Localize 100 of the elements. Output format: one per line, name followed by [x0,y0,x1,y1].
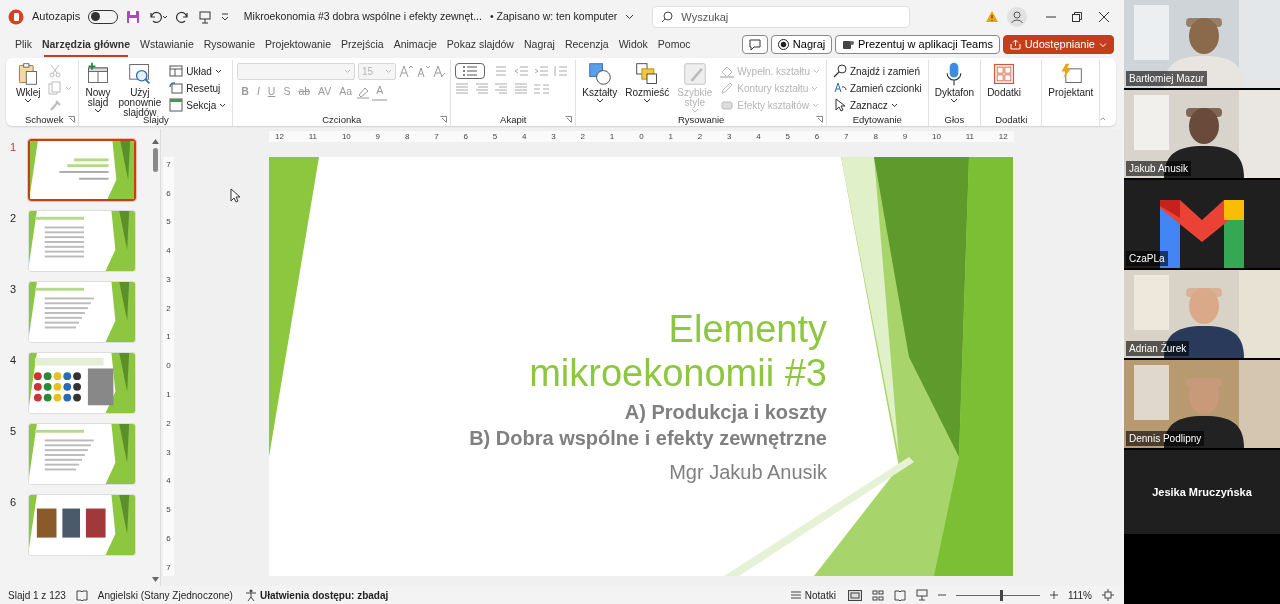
slide-sorter-icon[interactable] [871,589,884,601]
comments-button[interactable] [742,35,769,54]
ribbon-button[interactable]: Kształty [580,60,620,106]
dialog-launcher-icon[interactable] [815,116,823,123]
scroll-up-icon[interactable] [151,138,159,144]
slide-thumbnail[interactable] [28,138,136,201]
ribbon-button[interactable]: Zaznacz [830,96,924,114]
caret-icon[interactable] [625,12,635,21]
effects-icon [720,98,735,113]
share-button[interactable]: Udostępnianie [1002,35,1114,54]
comment-icon [749,38,762,51]
participant-name: CzaPLa [1126,251,1168,266]
normal-view-icon[interactable] [847,589,862,601]
scissors-icon [48,64,63,79]
spellcheck-icon[interactable] [75,589,88,601]
app-logo-icon[interactable] [8,8,24,25]
caret-icon [890,102,898,108]
clear-format-icon[interactable] [432,64,447,79]
ribbon-button[interactable]: Sekcja [167,96,229,114]
slide-title: Elementy mikroekonomii #3 [529,306,827,395]
presentation-icon[interactable] [198,9,213,24]
zoom-percentage[interactable]: 111% [1067,587,1092,603]
ribbon-tab[interactable]: Wstawianie [135,34,199,55]
save-icon[interactable] [126,9,141,24]
participant-name: Bartłomiej Mazur [1126,71,1208,86]
copy-icon [48,81,63,96]
ribbon-button[interactable]: Dodatki [985,60,1024,100]
ribbon-button[interactable]: Wklej [14,60,43,106]
scrollbar-thumb[interactable] [152,147,158,172]
mouse-cursor-icon [230,188,240,203]
ribbon-tab[interactable]: Narzędzia główne [36,34,136,55]
record-button[interactable]: Nagraj [770,35,833,54]
zoom-out-icon[interactable] [937,591,946,599]
close-icon[interactable] [1098,11,1109,22]
ribbon-tab[interactable]: Rysowanie [198,34,261,55]
pencil-icon [720,81,735,96]
ribbon-tab[interactable]: Nagraj [518,34,560,55]
dialog-launcher-icon[interactable] [68,116,76,123]
redo-icon[interactable] [176,9,191,24]
slide-number: 4 [10,352,18,368]
ribbon-button[interactable]: Projektant [1046,60,1096,100]
maximize-icon[interactable] [1072,11,1082,22]
caret-icon [595,98,604,104]
zoom-in-icon[interactable] [1049,591,1058,599]
slide-number: 3 [10,281,18,297]
undo-icon[interactable] [148,9,169,24]
ribbon-tab[interactable]: Projektowanie [260,34,337,55]
zoom-slider-thumb[interactable] [1000,589,1004,601]
horizontal-ruler: 12 11 10 9 8 7 6 5 4 3 2 1 0 1 2 3 4 5 6 7 8 9 10 11 12 [269,130,1014,142]
group-label: Czcionka [322,114,362,125]
collapse-ribbon-icon[interactable] [1100,115,1106,123]
accessibility-icon [244,589,257,601]
ribbon-button[interactable]: Dyktafon [932,60,977,106]
language-indicator[interactable]: Angielski (Stany Zjednoczone) [97,587,233,603]
ribbon-tab[interactable]: Recenzja [559,34,614,55]
caret-icon [344,68,352,74]
cursor-icon [832,98,847,113]
save-status[interactable]: • Zapisano w: ten komputer [489,8,618,25]
bullets-button[interactable] [455,62,486,79]
reading-view-icon[interactable] [893,589,906,601]
slide-number: 6 [10,494,18,510]
ribbon-button[interactable]: Układ [167,62,229,80]
ribbon-tab[interactable]: Przejścia [336,34,389,55]
caret-icon [24,98,33,104]
slide-number: 1 [10,139,18,155]
fit-to-window-icon[interactable] [1102,589,1114,601]
group-label: Schowek [24,114,64,125]
warning-icon [984,10,999,23]
shrink-font-icon[interactable] [415,64,430,79]
dialog-launcher-icon[interactable] [440,116,448,123]
ribbon-button[interactable]: Rozmieść [623,60,672,106]
slideshow-icon[interactable] [915,589,928,601]
teams-present-button[interactable]: Prezentuj w aplikacji Teams [835,35,1000,54]
group-label: Akapit [500,114,527,125]
record-icon [777,39,789,50]
dialog-launcher-icon[interactable] [565,116,573,123]
caret-icon [643,98,652,104]
reset-icon [169,81,184,96]
ribbon-button[interactable]: Zamień czcionki [830,79,924,97]
ribbon-button[interactable]: Znajdź i zamień [830,62,924,80]
ribbon-tab[interactable]: Widok [613,34,653,55]
accessibility-button[interactable]: Ułatwienia dostępu: zbadaj [242,586,391,604]
section-icon [169,98,184,113]
ribbon-tab[interactable]: Animacje [388,34,442,55]
ribbon-button[interactable]: Resetuj [167,79,229,97]
participant-name: Jakub Anusik [1126,161,1191,176]
scroll-down-icon[interactable] [151,577,159,582]
ribbon-button[interactable]: Nowy slajd [83,60,113,116]
group-label: Głos [944,114,965,125]
grow-font-icon[interactable] [398,64,413,79]
search-field[interactable]: Wyszukaj [652,5,911,28]
ribbon-tab[interactable]: Plik [10,34,37,55]
ribbon-tab[interactable]: Pokaz slajdów [441,34,519,55]
ribbon-tab[interactable]: Pomoc [652,34,696,55]
participant-name: Jesika Mruczyńska [1152,484,1252,500]
caret-icon [1099,40,1107,49]
notes-icon [789,590,802,600]
avatar-icon[interactable] [1006,6,1027,27]
notes-button[interactable]: Notatki [787,586,838,604]
caret-icon [812,68,820,74]
